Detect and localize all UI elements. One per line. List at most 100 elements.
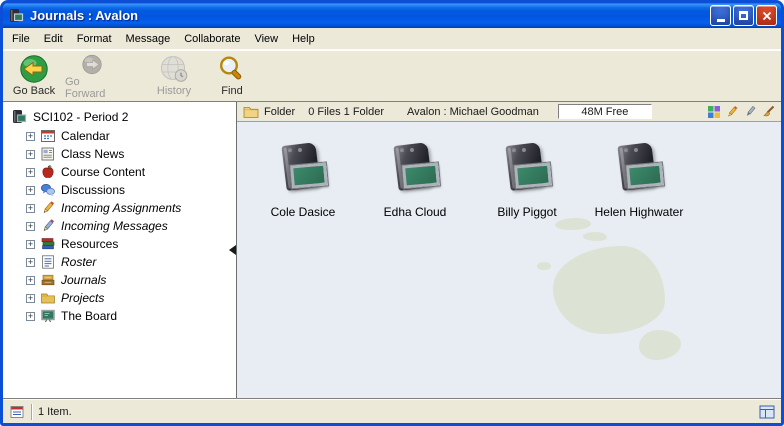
board-icon bbox=[40, 308, 56, 324]
tree-item-label: Roster bbox=[61, 255, 96, 269]
resources-icon bbox=[40, 236, 56, 252]
go-back-button[interactable]: Go Back bbox=[7, 52, 61, 100]
free-space-indicator: 48M Free bbox=[558, 104, 652, 119]
pencil-icon[interactable] bbox=[725, 105, 739, 119]
tree-item-label: Projects bbox=[61, 291, 104, 305]
history-label: History bbox=[157, 85, 191, 97]
expand-icon[interactable]: + bbox=[26, 240, 35, 249]
journal-book-icon bbox=[610, 144, 668, 196]
folder-content: Cole Dasice Edha Cloud Billy Piggot Hele… bbox=[237, 122, 781, 398]
class-journal-icon bbox=[11, 109, 27, 125]
find-label: Find bbox=[221, 85, 242, 97]
maximize-icon bbox=[739, 11, 748, 20]
expand-icon[interactable]: + bbox=[26, 132, 35, 141]
tree-item-label: Incoming Messages bbox=[61, 219, 168, 233]
tree-item-label: Discussions bbox=[61, 183, 125, 197]
journal-book-icon bbox=[386, 144, 444, 196]
menu-edit[interactable]: Edit bbox=[37, 30, 70, 48]
journal-book-icon bbox=[498, 144, 556, 196]
go-forward-button[interactable]: Go Forward bbox=[65, 52, 119, 100]
maximize-button[interactable] bbox=[733, 5, 754, 26]
app-window: Journals : Avalon File Edit Format Messa… bbox=[0, 0, 784, 426]
menu-collaborate[interactable]: Collaborate bbox=[177, 30, 247, 48]
expand-icon[interactable]: + bbox=[26, 186, 35, 195]
menu-file[interactable]: File bbox=[5, 30, 37, 48]
window-controls bbox=[710, 5, 777, 26]
tree-item-calendar[interactable]: + Calendar bbox=[3, 127, 236, 145]
tree-item-course-content[interactable]: + Course Content bbox=[3, 163, 236, 181]
tree-item-resources[interactable]: + Resources bbox=[3, 235, 236, 253]
tree-item-the-board[interactable]: + The Board bbox=[3, 307, 236, 325]
course-content-icon bbox=[40, 164, 56, 180]
journal-book-icon bbox=[274, 144, 332, 196]
go-forward-label: Go Forward bbox=[65, 76, 119, 100]
toolbar: Go Back Go Forward History bbox=[3, 49, 781, 101]
status-separator bbox=[31, 404, 32, 420]
folder-tree: SCI102 - Period 2 + Calendar + Class New… bbox=[3, 102, 237, 398]
tree-item-label: Class News bbox=[61, 147, 124, 161]
brush-icon[interactable] bbox=[761, 105, 775, 119]
info-bar: Folder 0 Files 1 Folder Avalon : Michael… bbox=[237, 102, 781, 122]
tree-item-roster[interactable]: + Roster bbox=[3, 253, 236, 271]
expand-icon[interactable]: + bbox=[26, 150, 35, 159]
tree-root-item[interactable]: SCI102 - Period 2 bbox=[3, 107, 236, 127]
journal-item-billy[interactable]: Billy Piggot bbox=[475, 144, 579, 219]
tree-item-label: Calendar bbox=[61, 129, 110, 143]
menu-message[interactable]: Message bbox=[119, 30, 178, 48]
journal-item-label: Edha Cloud bbox=[384, 205, 447, 219]
right-pane: Folder 0 Files 1 Folder Avalon : Michael… bbox=[237, 102, 781, 398]
folder-label: Folder bbox=[264, 106, 295, 118]
pen-icon[interactable] bbox=[743, 105, 757, 119]
find-button[interactable]: Find bbox=[205, 52, 259, 100]
folder-icon bbox=[243, 104, 259, 120]
menu-help[interactable]: Help bbox=[285, 30, 322, 48]
go-forward-icon bbox=[77, 54, 107, 75]
journal-item-helen[interactable]: Helen Highwater bbox=[587, 144, 691, 219]
find-icon bbox=[217, 54, 247, 84]
messages-icon bbox=[40, 218, 56, 234]
tree-item-discussions[interactable]: + Discussions bbox=[3, 181, 236, 199]
expand-icon[interactable]: + bbox=[26, 168, 35, 177]
tree-item-journals[interactable]: + Journals bbox=[3, 271, 236, 289]
journal-item-label: Helen Highwater bbox=[595, 205, 684, 219]
tree-item-incoming-messages[interactable]: + Incoming Messages bbox=[3, 217, 236, 235]
expand-icon[interactable]: + bbox=[26, 204, 35, 213]
menu-bar: File Edit Format Message Collaborate Vie… bbox=[3, 28, 781, 49]
title-bar[interactable]: Journals : Avalon bbox=[3, 3, 781, 28]
tree-item-projects[interactable]: + Projects bbox=[3, 289, 236, 307]
news-icon bbox=[40, 146, 56, 162]
history-icon bbox=[159, 54, 189, 84]
journal-item-cole[interactable]: Cole Dasice bbox=[251, 144, 355, 219]
tree-root-label: SCI102 - Period 2 bbox=[33, 110, 128, 124]
expand-icon[interactable]: + bbox=[26, 276, 35, 285]
expand-icon[interactable]: + bbox=[26, 294, 35, 303]
close-icon bbox=[762, 11, 772, 21]
tree-item-incoming-assignments[interactable]: + Incoming Assignments bbox=[3, 199, 236, 217]
tree-item-label: Incoming Assignments bbox=[61, 201, 181, 215]
assignments-icon bbox=[40, 200, 56, 216]
status-window-icon[interactable] bbox=[759, 404, 775, 420]
history-button[interactable]: History bbox=[147, 52, 201, 100]
expand-icon[interactable]: + bbox=[26, 258, 35, 267]
roster-icon bbox=[40, 254, 56, 270]
close-button[interactable] bbox=[756, 5, 777, 26]
tree-item-class-news[interactable]: + Class News bbox=[3, 145, 236, 163]
connection-info: Avalon : Michael Goodman bbox=[407, 106, 539, 118]
menu-format[interactable]: Format bbox=[70, 30, 119, 48]
tree-item-label: Course Content bbox=[61, 165, 145, 179]
menu-view[interactable]: View bbox=[247, 30, 285, 48]
journals-icon bbox=[40, 272, 56, 288]
view-layout-icon[interactable] bbox=[707, 105, 721, 119]
minimize-button[interactable] bbox=[710, 5, 731, 26]
go-back-icon bbox=[19, 54, 49, 84]
expand-icon[interactable]: + bbox=[26, 222, 35, 231]
projects-icon bbox=[40, 290, 56, 306]
splitter-collapse-arrow[interactable] bbox=[229, 245, 236, 255]
folder-counts: 0 Files 1 Folder bbox=[308, 106, 384, 118]
tree-item-label: Resources bbox=[61, 237, 118, 251]
calendar-icon bbox=[40, 128, 56, 144]
journal-item-edha[interactable]: Edha Cloud bbox=[363, 144, 467, 219]
main-area: SCI102 - Period 2 + Calendar + Class New… bbox=[3, 101, 781, 399]
expand-icon[interactable]: + bbox=[26, 312, 35, 321]
status-items-icon bbox=[9, 404, 25, 420]
